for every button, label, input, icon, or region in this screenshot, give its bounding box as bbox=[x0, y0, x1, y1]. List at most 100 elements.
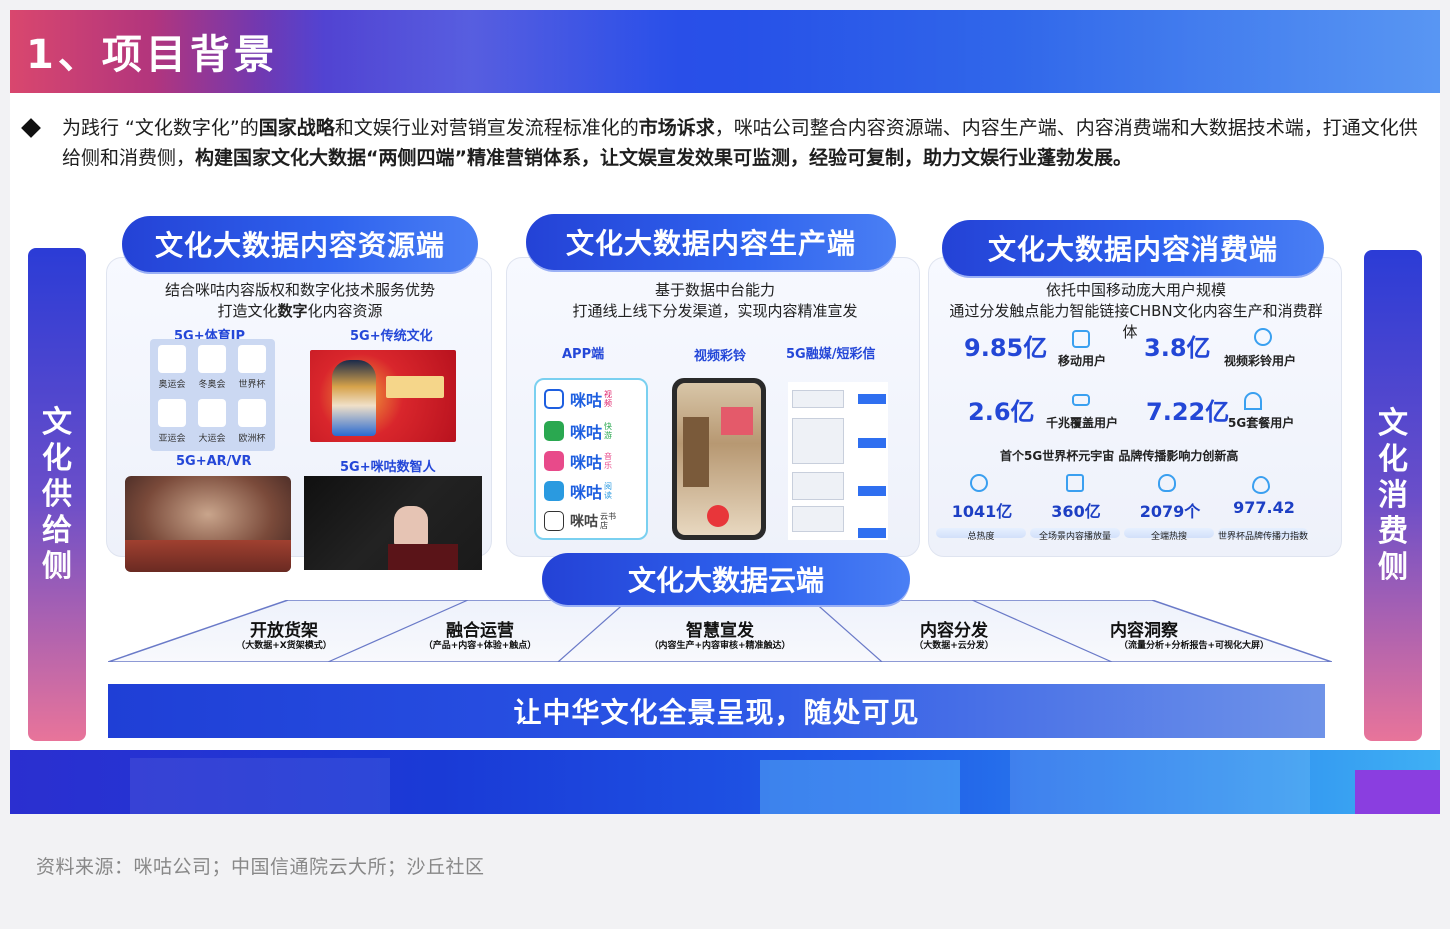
panel-c-sub2: 通过分发触点能力智能链接CHBN文化内容生产和消费群 bbox=[949, 302, 1323, 320]
migu-music-icon bbox=[544, 451, 564, 471]
panel-a-sub2-pre: 打造文化 bbox=[217, 302, 278, 320]
pillar-char: 消 bbox=[1378, 477, 1408, 513]
migu-app-list: 咪咕 视频 咪咕 快游 咪咕 音乐 咪咕 阅读 咪咕 云书店 bbox=[534, 378, 648, 540]
pillar-char: 侧 bbox=[1378, 549, 1408, 585]
sports-event-label: 欧洲杯 bbox=[238, 434, 266, 444]
panel-b-sub2: 打通线上线下分发渠道，实现内容精准宣发 bbox=[572, 302, 858, 320]
sports-ip-grid: 奥运会 冬奥会 世界杯 亚运会 大运会 欧洲杯 bbox=[150, 339, 275, 451]
app-item: 咪咕 视频 bbox=[544, 388, 614, 410]
traditional-opera-image bbox=[310, 350, 456, 442]
header-gradient-overlay bbox=[740, 10, 1440, 93]
digital-human-sleeve bbox=[388, 544, 458, 570]
migu-reading-icon bbox=[544, 481, 564, 501]
pillar-char: 化 bbox=[42, 440, 72, 476]
app-suffix: 快游 bbox=[604, 422, 613, 440]
router-icon bbox=[1072, 394, 1090, 406]
app-suffix: 阅读 bbox=[604, 482, 613, 500]
hot-search-value: 2079个 bbox=[1139, 502, 1201, 521]
pillar-char: 文 bbox=[1378, 405, 1408, 441]
panel-a-sub2: 打造文化数字化内容资源 bbox=[120, 301, 480, 322]
stat-ringtone-users-value: 3.8亿 bbox=[1144, 334, 1211, 362]
tag-digital-human: 5G+咪咕数智人 bbox=[340, 460, 436, 475]
olympic-rings-icon bbox=[158, 345, 186, 373]
euro-cup-icon bbox=[238, 399, 266, 427]
sports-event-cell: 亚运会 bbox=[154, 397, 190, 445]
pillar-char: 供 bbox=[42, 476, 72, 512]
play-count-value: 360亿 bbox=[1051, 502, 1101, 521]
app-item: 咪咕 音乐 bbox=[544, 450, 614, 472]
panel-c-sub1: 依托中国移动庞大用户规模 bbox=[1045, 281, 1226, 299]
stat-5g-users-label: 5G套餐用户 bbox=[1228, 416, 1295, 430]
segment-sub: （大数据+云分发） bbox=[914, 641, 994, 651]
intro-emphasis: 构建国家文化大数据“两侧四端”精准营销体系，让文娱宣发效果可监测，经验可复制，助… bbox=[195, 147, 1132, 169]
intro-run: 为践行 “文化数字化”的 bbox=[62, 117, 259, 139]
vr-scene-image bbox=[125, 476, 291, 572]
app-suffix: 云书店 bbox=[600, 512, 616, 530]
brand-index-label: 世界杯品牌传播力指数 bbox=[1217, 532, 1308, 542]
eye-icon bbox=[1252, 476, 1270, 494]
sports-event-label: 冬奥会 bbox=[198, 380, 226, 390]
pillar-char: 侧 bbox=[42, 548, 72, 584]
app-name: 咪咕 bbox=[570, 453, 603, 472]
sports-event-cell: 世界杯 bbox=[234, 343, 270, 391]
footer-shape bbox=[760, 760, 960, 814]
migu-video-icon bbox=[544, 389, 564, 409]
migu-bookstore-icon bbox=[544, 511, 564, 531]
phone-picture-frame bbox=[721, 407, 753, 435]
tag-5g-messaging: 5G融媒/短彩信 bbox=[786, 347, 876, 362]
play-icon bbox=[970, 474, 988, 492]
content-production-title: 文化大数据内容生产端 bbox=[526, 214, 896, 270]
stat-mobile-users-value: 9.85亿 bbox=[964, 334, 1048, 362]
app-name: 咪咕 bbox=[570, 514, 598, 530]
sports-event-label: 大运会 bbox=[198, 434, 226, 444]
supply-side-pillar: 文 化 供 给 侧 bbox=[28, 248, 86, 741]
flow-step bbox=[858, 528, 886, 538]
panel-a-sub2-post: 化内容资源 bbox=[307, 302, 383, 320]
cloud-title: 文化大数据云端 bbox=[542, 553, 910, 605]
app-name: 咪咕 bbox=[570, 483, 603, 502]
flow-doc bbox=[792, 506, 844, 532]
stat-mobile-users-label: 移动用户 bbox=[1058, 354, 1107, 368]
flow-doc bbox=[792, 418, 844, 464]
pillar-char: 化 bbox=[1378, 441, 1408, 477]
tag-app: APP端 bbox=[562, 347, 605, 362]
universiade-icon bbox=[198, 399, 226, 427]
5g-messaging-flow bbox=[788, 382, 888, 540]
footer-shape bbox=[1355, 770, 1440, 814]
intro-emphasis: 国家战略 bbox=[258, 117, 335, 139]
flame-icon bbox=[1158, 474, 1176, 492]
sports-event-label: 亚运会 bbox=[158, 434, 186, 444]
panel-b-sub1: 基于数据中台能力 bbox=[654, 281, 775, 299]
tag-traditional-culture: 5G+传统文化 bbox=[350, 329, 433, 344]
pillar-char: 费 bbox=[1378, 513, 1408, 549]
flow-step bbox=[858, 438, 886, 448]
digital-human-hand bbox=[394, 506, 428, 548]
sports-event-cell: 欧洲杯 bbox=[234, 397, 270, 445]
intro-emphasis: 市场诉求 bbox=[638, 117, 715, 139]
flow-doc bbox=[792, 390, 844, 408]
pillar-char: 文 bbox=[42, 404, 72, 440]
stat-gigabit-users-label: 千兆覆盖用户 bbox=[1046, 416, 1119, 430]
brand-index-value: 977.42 bbox=[1233, 498, 1295, 517]
signal-icon bbox=[1244, 392, 1262, 410]
panel-a-subtitle: 结合咪咕内容版权和数字化技术服务优势 打造文化数字化内容资源 bbox=[120, 280, 480, 322]
slogan-banner: 让中华文化全景呈现，随处可见 bbox=[108, 684, 1325, 738]
app-item: 咪咕 阅读 bbox=[544, 480, 614, 502]
digital-human-image bbox=[304, 476, 482, 570]
total-heat-value: 1041亿 bbox=[951, 502, 1013, 521]
stat-gigabit-users-value: 2.6亿 bbox=[968, 398, 1035, 426]
content-resource-title: 文化大数据内容资源端 bbox=[122, 216, 478, 272]
panel-b-subtitle: 基于数据中台能力 打通线上线下分发渠道，实现内容精准宣发 bbox=[540, 280, 890, 322]
app-item: 咪咕 快游 bbox=[544, 420, 614, 442]
panel-a-sub2-bold: 数字 bbox=[277, 302, 308, 320]
video-ringtone-phone bbox=[672, 378, 766, 540]
world-cup-headline: 首个5G世界杯元宇宙 品牌传播影响力创新高 bbox=[1000, 449, 1239, 463]
header-bar: 1、项目背景 bbox=[10, 10, 1440, 93]
phone-shelf bbox=[683, 417, 709, 487]
header-shine bbox=[260, 10, 680, 93]
app-name: 咪咕 bbox=[570, 391, 603, 410]
app-suffix: 视频 bbox=[604, 390, 613, 408]
footer-shape bbox=[1010, 750, 1310, 814]
phone-screen bbox=[677, 383, 761, 535]
intro-text: 为践行 “文化数字化”的国家战略和文娱行业对营销宣发流程标准化的市场诉求，咪咕公… bbox=[24, 113, 1424, 173]
